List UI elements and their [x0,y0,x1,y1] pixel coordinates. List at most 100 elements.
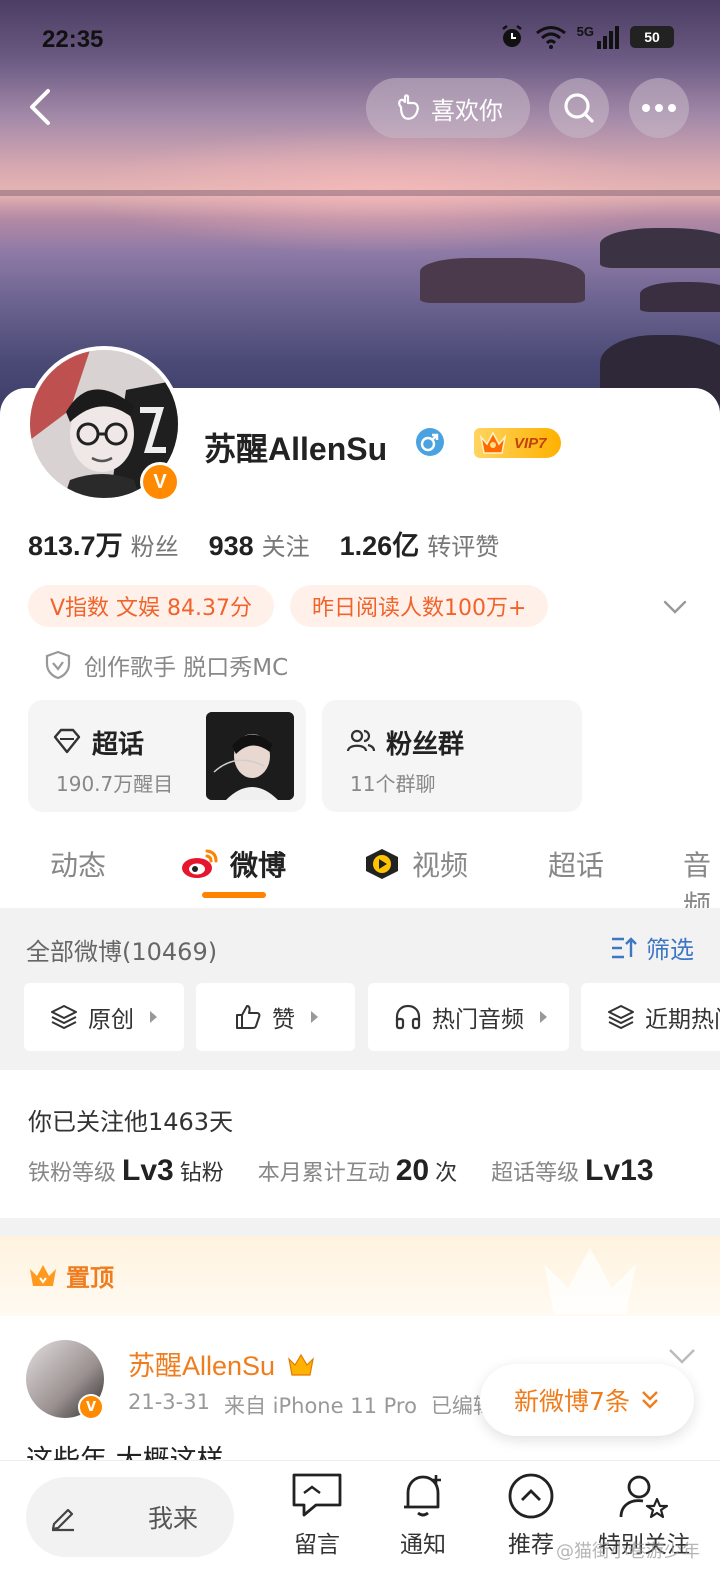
super-topic-title: 超话 [92,730,145,760]
post-meta: 21-3-31 来自 iPhone 11 Pro 已编辑 [128,1390,494,1420]
verified-badge: V [140,462,180,502]
filter-sort-icon [612,936,637,958]
stat-label: 关注 [261,533,310,561]
pencil-icon [51,1508,74,1532]
layers-icon [51,1005,77,1030]
stat-value: 813.7万 [28,531,123,561]
new-posts-pill[interactable]: 新微博7条 [480,1364,694,1436]
new-posts-label: 新微博7条 [514,1387,630,1416]
notification-button[interactable]: 通知 [368,1471,478,1559]
crown-watermark-icon [544,1248,636,1314]
double-chevron-down-icon [642,1391,658,1409]
v-index-tag[interactable]: V指数 文娱 84.37分 [28,585,275,627]
bottom-item-label: 推荐 [508,1532,554,1558]
expand-profile-button[interactable] [660,592,690,622]
filter-chip-liked[interactable]: 赞 [196,983,355,1051]
weibo-logo-icon [182,849,218,878]
group-users-icon [346,729,376,752]
signal-icon [597,26,619,49]
fan-group-subtitle: 11个群聊 [350,772,436,796]
certification-text: 创作歌手 脱口秀MC [84,655,289,681]
profile-stats: 813.7万 粉丝 938 关注 1.26亿 转评赞 [28,524,499,563]
search-button[interactable] [549,78,609,138]
rock-shape [420,258,585,303]
compose-input[interactable]: 我来 [26,1477,234,1557]
diamond-icon [53,728,81,754]
speech-bubble-icon [292,1473,342,1517]
status-icons: 5G 50 [499,24,674,50]
tab-label: 超话 [548,849,605,882]
vip-crown-icon [479,431,507,454]
layers-icon [608,1005,634,1030]
wifi-icon [535,26,566,49]
post-source: 来自 iPhone 11 Pro [223,1394,417,1418]
vip-badge[interactable]: VIP7 [474,428,561,458]
stat-label: 转评赞 [427,533,500,561]
profile-tabs: 动态 微博 视频 超话 音频 [0,820,720,922]
post-verified-badge: V [78,1394,104,1420]
all-posts-count: 全部微博(10469) [26,938,218,966]
watermark-text: @猫街小巷游少年 [556,1541,700,1562]
fan-group-card[interactable]: 粉丝群 11个群聊 [322,700,582,812]
iron-fan-label: 铁粉等级 [28,1161,117,1186]
caret-right-icon [311,1011,318,1023]
stat-followers[interactable]: 813.7万 粉丝 [28,524,179,563]
like-you-button[interactable]: 喜欢你 [366,78,530,138]
chevron-down-icon [663,600,687,614]
daily-reads-tag[interactable]: 昨日阅读人数100万+ [290,585,549,627]
topic-level-value: Lv13 [585,1154,654,1187]
chevron-down-icon[interactable] [666,1346,698,1366]
tab-super-topic[interactable]: 超话 [548,844,604,884]
post-author-label: 苏醒AllenSu [128,1351,276,1381]
tab-video[interactable]: 视频 [362,844,468,884]
profile-tags: V指数 文娱 84.37分 昨日阅读人数100万+ [28,585,549,627]
more-button[interactable] [629,78,689,138]
headphones-icon [395,1004,421,1030]
pinned-label-row: 置顶 [28,1258,114,1293]
search-icon [564,93,594,123]
network-label: 5G [576,24,594,39]
battery-indicator: 50 [630,26,674,48]
fan-group-title: 粉丝群 [386,730,465,760]
filter-chip-original[interactable]: 原创 [24,983,184,1051]
bell-plus-icon [404,1475,441,1517]
pinned-header: 置顶 [0,1236,720,1316]
chip-label: 热门音频 [432,1007,524,1033]
chip-label: 赞 [272,1007,295,1033]
compose-placeholder: 我来 [148,1504,199,1533]
hand-heart-icon [398,94,419,120]
tab-activity[interactable]: 动态 [50,844,106,884]
super-topic-thumbnail [206,712,294,800]
super-topic-card[interactable]: 超话 190.7万醒目 [28,700,306,812]
thumbs-up-icon [236,1005,261,1029]
iron-fan-rank: 钻粉 [179,1161,224,1186]
tab-weibo[interactable]: 微博 [180,844,286,884]
vip-label: VIP7 [514,434,547,452]
back-button[interactable] [22,85,62,129]
stat-value: 1.26亿 [339,531,420,561]
stat-label: 粉丝 [130,533,179,561]
stat-reposts-likes[interactable]: 1.26亿 转评赞 [340,524,500,563]
caret-right-icon [540,1011,547,1023]
like-you-label: 喜欢你 [431,96,503,125]
pinned-label: 置顶 [66,1264,114,1292]
post-author-name[interactable]: 苏醒AllenSu [128,1344,315,1383]
message-board-button[interactable]: 留言 [262,1471,372,1559]
user-star-icon [619,1475,669,1519]
portrait-thumbnail-icon [206,712,294,800]
feed-filter-section: 全部微博(10469) 筛选 原创 赞 热门音频 近期热门 [0,908,720,1070]
interaction-unit: 次 [435,1161,458,1186]
iron-fan-level: Lv3 [122,1154,174,1187]
active-tab-indicator [202,892,266,898]
stat-value: 938 [208,531,254,561]
stat-following[interactable]: 938 关注 [209,527,310,562]
filter-button[interactable]: 筛选 [610,930,694,965]
filter-chip-hot-audio[interactable]: 热门音频 [368,983,569,1051]
chip-label: 原创 [88,1007,134,1033]
filter-chip-recent-hot[interactable]: 近期热门 [581,983,720,1051]
shield-check-icon [45,650,71,680]
rock-shape [640,282,720,312]
follow-info-card[interactable]: 你已关注他1463天 铁粉等级 Lv3 钻粉 本月累计互动 20 次 超话等级 … [0,1070,720,1218]
follow-days-text: 你已关注他1463天 [28,1108,234,1136]
vip-crown-icon [287,1353,314,1376]
